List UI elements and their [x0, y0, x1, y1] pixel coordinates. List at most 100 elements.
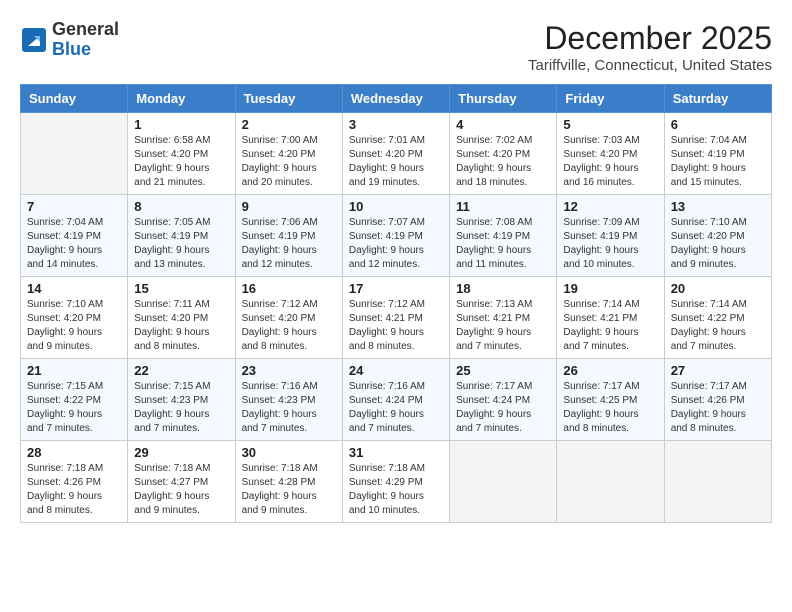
- day-info: Sunrise: 7:17 AM Sunset: 4:26 PM Dayligh…: [671, 380, 765, 436]
- calendar-cell: 4 Sunrise: 7:02 AM Sunset: 4:20 PM Daylig…: [450, 113, 557, 195]
- calendar-cell: [557, 441, 664, 523]
- day-info: Sunrise: 7:04 AM Sunset: 4:19 PM Dayligh…: [27, 216, 121, 272]
- logo-blue-text: Blue: [52, 39, 91, 59]
- calendar-cell: 19 Sunrise: 7:14 AM Sunset: 4:21 PM Dayli…: [557, 277, 664, 359]
- day-number: 3: [349, 117, 443, 132]
- day-number: 17: [349, 281, 443, 296]
- calendar-cell: 7 Sunrise: 7:04 AM Sunset: 4:19 PM Daylig…: [21, 195, 128, 277]
- day-number: 21: [27, 363, 121, 378]
- calendar-cell: 25 Sunrise: 7:17 AM Sunset: 4:24 PM Dayli…: [450, 359, 557, 441]
- subtitle: Tariffville, Connecticut, United States: [528, 57, 772, 74]
- calendar-cell: 20 Sunrise: 7:14 AM Sunset: 4:22 PM Dayli…: [664, 277, 771, 359]
- day-info: Sunrise: 7:13 AM Sunset: 4:21 PM Dayligh…: [456, 298, 550, 354]
- calendar-cell: 2Sunrise: 7:00 AM Sunset: 4:20 PM Daylig…: [235, 113, 342, 195]
- day-info: Sunrise: 7:15 AM Sunset: 4:23 PM Dayligh…: [134, 380, 228, 436]
- day-number: 24: [349, 363, 443, 378]
- day-of-week-header: Sunday: [21, 85, 128, 113]
- day-of-week-header: Tuesday: [235, 85, 342, 113]
- main-title: December 2025: [528, 20, 772, 57]
- day-number: 19: [563, 281, 657, 296]
- day-number: 12: [563, 199, 657, 214]
- logo-general-text: General: [52, 19, 119, 39]
- calendar-week-row: 21 Sunrise: 7:15 AM Sunset: 4:22 PM Dayli…: [21, 359, 772, 441]
- calendar-cell: [664, 441, 771, 523]
- calendar-cell: [21, 113, 128, 195]
- title-area: December 2025 Tariffville, Connecticut, …: [528, 20, 772, 74]
- calendar-cell: 14Sunrise: 7:10 AM Sunset: 4:20 PM Dayli…: [21, 277, 128, 359]
- day-number: 16: [242, 281, 336, 296]
- day-info: Sunrise: 7:11 AM Sunset: 4:20 PM Dayligh…: [134, 298, 228, 354]
- day-info: Sunrise: 6:58 AM Sunset: 4:20 PM Dayligh…: [134, 134, 228, 190]
- calendar-cell: 17Sunrise: 7:12 AM Sunset: 4:21 PM Dayli…: [342, 277, 449, 359]
- day-number: 8: [134, 199, 228, 214]
- day-info: Sunrise: 7:01 AM Sunset: 4:20 PM Dayligh…: [349, 134, 443, 190]
- calendar-cell: 18 Sunrise: 7:13 AM Sunset: 4:21 PM Dayli…: [450, 277, 557, 359]
- calendar-cell: 10 Sunrise: 7:07 AM Sunset: 4:19 PM Dayli…: [342, 195, 449, 277]
- day-of-week-header: Thursday: [450, 85, 557, 113]
- day-number: 11: [456, 199, 550, 214]
- day-info: Sunrise: 7:14 AM Sunset: 4:22 PM Dayligh…: [671, 298, 765, 354]
- day-number: 25: [456, 363, 550, 378]
- day-info: Sunrise: 7:08 AM Sunset: 4:19 PM Dayligh…: [456, 216, 550, 272]
- day-info: Sunrise: 7:12 AM Sunset: 4:20 PM Dayligh…: [242, 298, 336, 354]
- calendar-cell: 28 Sunrise: 7:18 AM Sunset: 4:26 PM Dayli…: [21, 441, 128, 523]
- calendar-cell: 11 Sunrise: 7:08 AM Sunset: 4:19 PM Dayli…: [450, 195, 557, 277]
- day-info: Sunrise: 7:10 AM Sunset: 4:20 PM Dayligh…: [27, 298, 121, 354]
- calendar-cell: 8 Sunrise: 7:05 AM Sunset: 4:19 PM Daylig…: [128, 195, 235, 277]
- day-number: 7: [27, 199, 121, 214]
- day-number: 27: [671, 363, 765, 378]
- day-info: Sunrise: 7:06 AM Sunset: 4:19 PM Dayligh…: [242, 216, 336, 272]
- calendar-cell: 5Sunrise: 7:03 AM Sunset: 4:20 PM Daylig…: [557, 113, 664, 195]
- day-number: 26: [563, 363, 657, 378]
- calendar-cell: 13Sunrise: 7:10 AM Sunset: 4:20 PM Dayli…: [664, 195, 771, 277]
- day-number: 20: [671, 281, 765, 296]
- calendar-cell: 15 Sunrise: 7:11 AM Sunset: 4:20 PM Dayli…: [128, 277, 235, 359]
- calendar-cell: 29Sunrise: 7:18 AM Sunset: 4:27 PM Dayli…: [128, 441, 235, 523]
- calendar-week-row: 7 Sunrise: 7:04 AM Sunset: 4:19 PM Daylig…: [21, 195, 772, 277]
- day-info: Sunrise: 7:18 AM Sunset: 4:27 PM Dayligh…: [134, 462, 228, 518]
- calendar-header: SundayMondayTuesdayWednesdayThursdayFrid…: [21, 85, 772, 113]
- day-number: 4: [456, 117, 550, 132]
- calendar-cell: 16 Sunrise: 7:12 AM Sunset: 4:20 PM Dayli…: [235, 277, 342, 359]
- day-number: 2: [242, 117, 336, 132]
- day-info: Sunrise: 7:10 AM Sunset: 4:20 PM Dayligh…: [671, 216, 765, 272]
- day-number: 9: [242, 199, 336, 214]
- day-info: Sunrise: 7:18 AM Sunset: 4:26 PM Dayligh…: [27, 462, 121, 518]
- day-number: 6: [671, 117, 765, 132]
- day-of-week-header: Friday: [557, 85, 664, 113]
- day-info: Sunrise: 7:15 AM Sunset: 4:22 PM Dayligh…: [27, 380, 121, 436]
- page-header: General Blue December 2025 Tariffville, …: [20, 20, 772, 74]
- day-info: Sunrise: 7:07 AM Sunset: 4:19 PM Dayligh…: [349, 216, 443, 272]
- day-number: 31: [349, 445, 443, 460]
- day-number: 15: [134, 281, 228, 296]
- calendar-cell: 21 Sunrise: 7:15 AM Sunset: 4:22 PM Dayli…: [21, 359, 128, 441]
- day-number: 28: [27, 445, 121, 460]
- calendar-week-row: 14Sunrise: 7:10 AM Sunset: 4:20 PM Dayli…: [21, 277, 772, 359]
- day-info: Sunrise: 7:05 AM Sunset: 4:19 PM Dayligh…: [134, 216, 228, 272]
- calendar-cell: 24 Sunrise: 7:16 AM Sunset: 4:24 PM Dayli…: [342, 359, 449, 441]
- day-info: Sunrise: 7:16 AM Sunset: 4:24 PM Dayligh…: [349, 380, 443, 436]
- calendar-cell: 30Sunrise: 7:18 AM Sunset: 4:28 PM Dayli…: [235, 441, 342, 523]
- day-info: Sunrise: 7:04 AM Sunset: 4:19 PM Dayligh…: [671, 134, 765, 190]
- calendar-cell: 31 Sunrise: 7:18 AM Sunset: 4:29 PM Dayli…: [342, 441, 449, 523]
- day-info: Sunrise: 7:17 AM Sunset: 4:25 PM Dayligh…: [563, 380, 657, 436]
- calendar-cell: 6 Sunrise: 7:04 AM Sunset: 4:19 PM Daylig…: [664, 113, 771, 195]
- day-of-week-header: Saturday: [664, 85, 771, 113]
- day-of-week-header: Wednesday: [342, 85, 449, 113]
- calendar-cell: 1 Sunrise: 6:58 AM Sunset: 4:20 PM Daylig…: [128, 113, 235, 195]
- calendar-cell: 12Sunrise: 7:09 AM Sunset: 4:19 PM Dayli…: [557, 195, 664, 277]
- logo-icon: [20, 26, 48, 54]
- day-number: 10: [349, 199, 443, 214]
- calendar-week-row: 28 Sunrise: 7:18 AM Sunset: 4:26 PM Dayli…: [21, 441, 772, 523]
- day-info: Sunrise: 7:17 AM Sunset: 4:24 PM Dayligh…: [456, 380, 550, 436]
- day-of-week-header: Monday: [128, 85, 235, 113]
- calendar-cell: 3 Sunrise: 7:01 AM Sunset: 4:20 PM Daylig…: [342, 113, 449, 195]
- logo: General Blue: [20, 20, 119, 60]
- day-info: Sunrise: 7:14 AM Sunset: 4:21 PM Dayligh…: [563, 298, 657, 354]
- day-number: 5: [563, 117, 657, 132]
- day-number: 18: [456, 281, 550, 296]
- day-info: Sunrise: 7:18 AM Sunset: 4:29 PM Dayligh…: [349, 462, 443, 518]
- day-number: 1: [134, 117, 228, 132]
- day-info: Sunrise: 7:02 AM Sunset: 4:20 PM Dayligh…: [456, 134, 550, 190]
- day-number: 30: [242, 445, 336, 460]
